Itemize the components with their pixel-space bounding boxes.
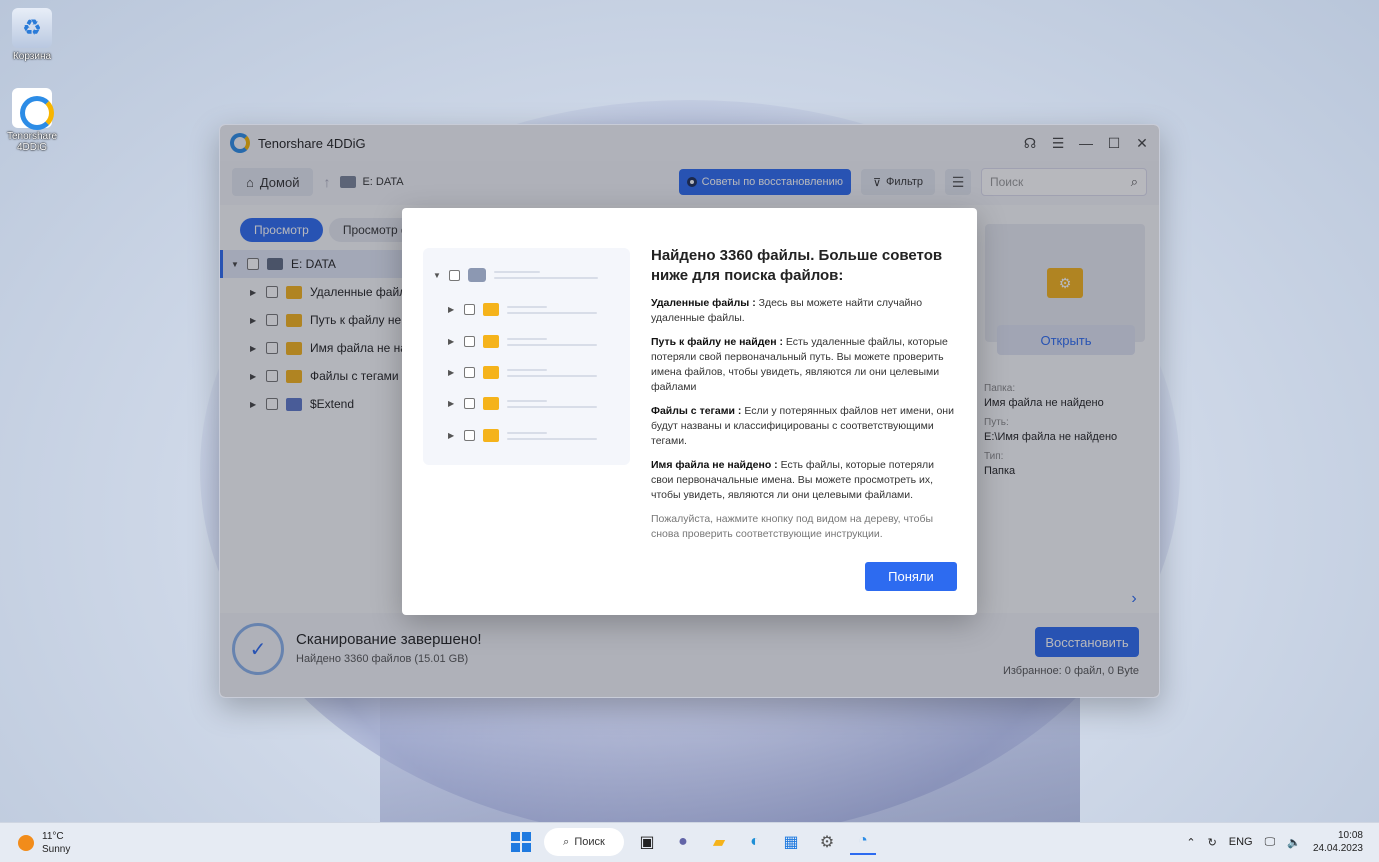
folder-icon: [483, 429, 499, 442]
chat-icon[interactable]: ●: [670, 829, 696, 855]
caret-right-icon: ▶: [448, 431, 455, 440]
checkbox-icon: [464, 367, 475, 378]
checkbox-icon: [449, 269, 460, 281]
folder-icon: [483, 366, 499, 379]
desktop-icon-recycle-bin[interactable]: Корзина: [1, 8, 63, 62]
weather-widget[interactable]: 11°C Sunny: [18, 830, 70, 856]
windows-icon: [511, 832, 531, 852]
caret-down-icon: ▼: [433, 270, 441, 280]
drive-icon: [468, 268, 486, 282]
caret-right-icon: ▶: [448, 305, 455, 314]
chevron-up-icon[interactable]: ⌃: [1186, 836, 1195, 849]
clock-date: 24.04.2023: [1312, 843, 1363, 854]
system-tray: ⌃ ↻ ENG 🖵 🔈 10:08 24.04.2023: [1186, 829, 1363, 855]
recycle-bin-icon: [12, 8, 52, 48]
desktop-icon-label: Корзина: [12, 51, 52, 62]
4ddig-app-icon: [12, 88, 54, 130]
4ddig-taskbar-icon[interactable]: ◔: [850, 829, 876, 855]
network-icon[interactable]: 🖵: [1265, 836, 1276, 849]
volume-icon[interactable]: 🔈: [1287, 836, 1301, 849]
taskbar-search[interactable]: ⌕ Поиск: [544, 828, 624, 856]
weather-temp: 11°C: [42, 831, 64, 842]
folder-icon: [483, 335, 499, 348]
tip-term: Удаленные файлы :: [651, 297, 756, 309]
tip-lost-name: Имя файла не найдено : Есть файлы, котор…: [651, 458, 956, 503]
caret-right-icon: ▶: [448, 337, 455, 346]
folder-icon: [483, 303, 499, 316]
task-view-icon[interactable]: ▣: [634, 829, 660, 855]
desktop-icon-4ddig[interactable]: Tenorshare 4DDiG: [1, 88, 63, 153]
caret-right-icon: ▶: [448, 399, 455, 408]
tree-illustration: ▼ ▶ ▶ ▶ ▶ ▶: [423, 248, 630, 465]
file-explorer-icon[interactable]: ▰: [706, 829, 732, 855]
illustration-row: ▶: [448, 366, 597, 379]
illustration-row: ▶: [448, 429, 597, 442]
dialog-note: Пожалуйста, нажмите кнопку под видом на …: [651, 513, 934, 540]
folder-icon: [483, 397, 499, 410]
checkbox-icon: [464, 430, 475, 441]
search-icon: ⌕: [563, 835, 570, 848]
checkbox-icon: [464, 304, 475, 315]
dialog-title: Найдено 3360 файлы. Больше советов ниже …: [651, 247, 943, 284]
tip-term: Имя файла не найдено :: [651, 459, 778, 471]
checkbox-icon: [464, 398, 475, 409]
start-button[interactable]: [508, 829, 534, 855]
tip-tagged-files: Файлы с тегами : Если у потерянных файло…: [651, 404, 956, 449]
tip-lost-path: Путь к файлу не найден : Есть удаленные …: [651, 335, 956, 395]
illustration-row: ▶: [448, 397, 597, 410]
taskbar-search-label: Поиск: [574, 836, 605, 848]
tip-term: Путь к файлу не найден :: [651, 336, 783, 348]
weather-desc: Sunny: [42, 844, 71, 855]
desktop-icon-label: Tenorshare 4DDiG: [6, 131, 58, 153]
illustration-row: ▶: [448, 303, 597, 316]
checkbox-icon: [464, 336, 475, 347]
tips-dialog: ▼ ▶ ▶ ▶ ▶ ▶ Найдено 3360 файлы. Больше с…: [402, 208, 977, 615]
language-indicator[interactable]: ENG: [1229, 836, 1253, 848]
taskbar-apps: ⌕ Поиск ▣ ● ▰ ◐ ▦ ⚙ ◔: [508, 828, 876, 856]
clock[interactable]: 10:08 24.04.2023: [1313, 829, 1363, 855]
taskbar: 11°C Sunny ⌕ Поиск ▣ ● ▰ ◐ ▦ ⚙ ◔ ⌃ ↻ ENG…: [0, 822, 1379, 862]
sync-icon[interactable]: ↻: [1208, 836, 1217, 849]
caret-right-icon: ▶: [448, 368, 455, 377]
edge-icon[interactable]: ◐: [742, 829, 768, 855]
illustration-root-row: ▼: [433, 268, 598, 282]
illustration-row: ▶: [448, 335, 597, 348]
clock-time: 10:08: [1337, 830, 1363, 841]
settings-icon[interactable]: ⚙: [814, 829, 840, 855]
tip-term: Файлы с тегами :: [651, 405, 742, 417]
got-it-button[interactable]: Поняли: [865, 562, 957, 591]
store-icon[interactable]: ▦: [778, 829, 804, 855]
tip-deleted-files: Удаленные файлы : Здесь вы можете найти …: [651, 296, 956, 326]
sun-icon: [18, 835, 34, 851]
